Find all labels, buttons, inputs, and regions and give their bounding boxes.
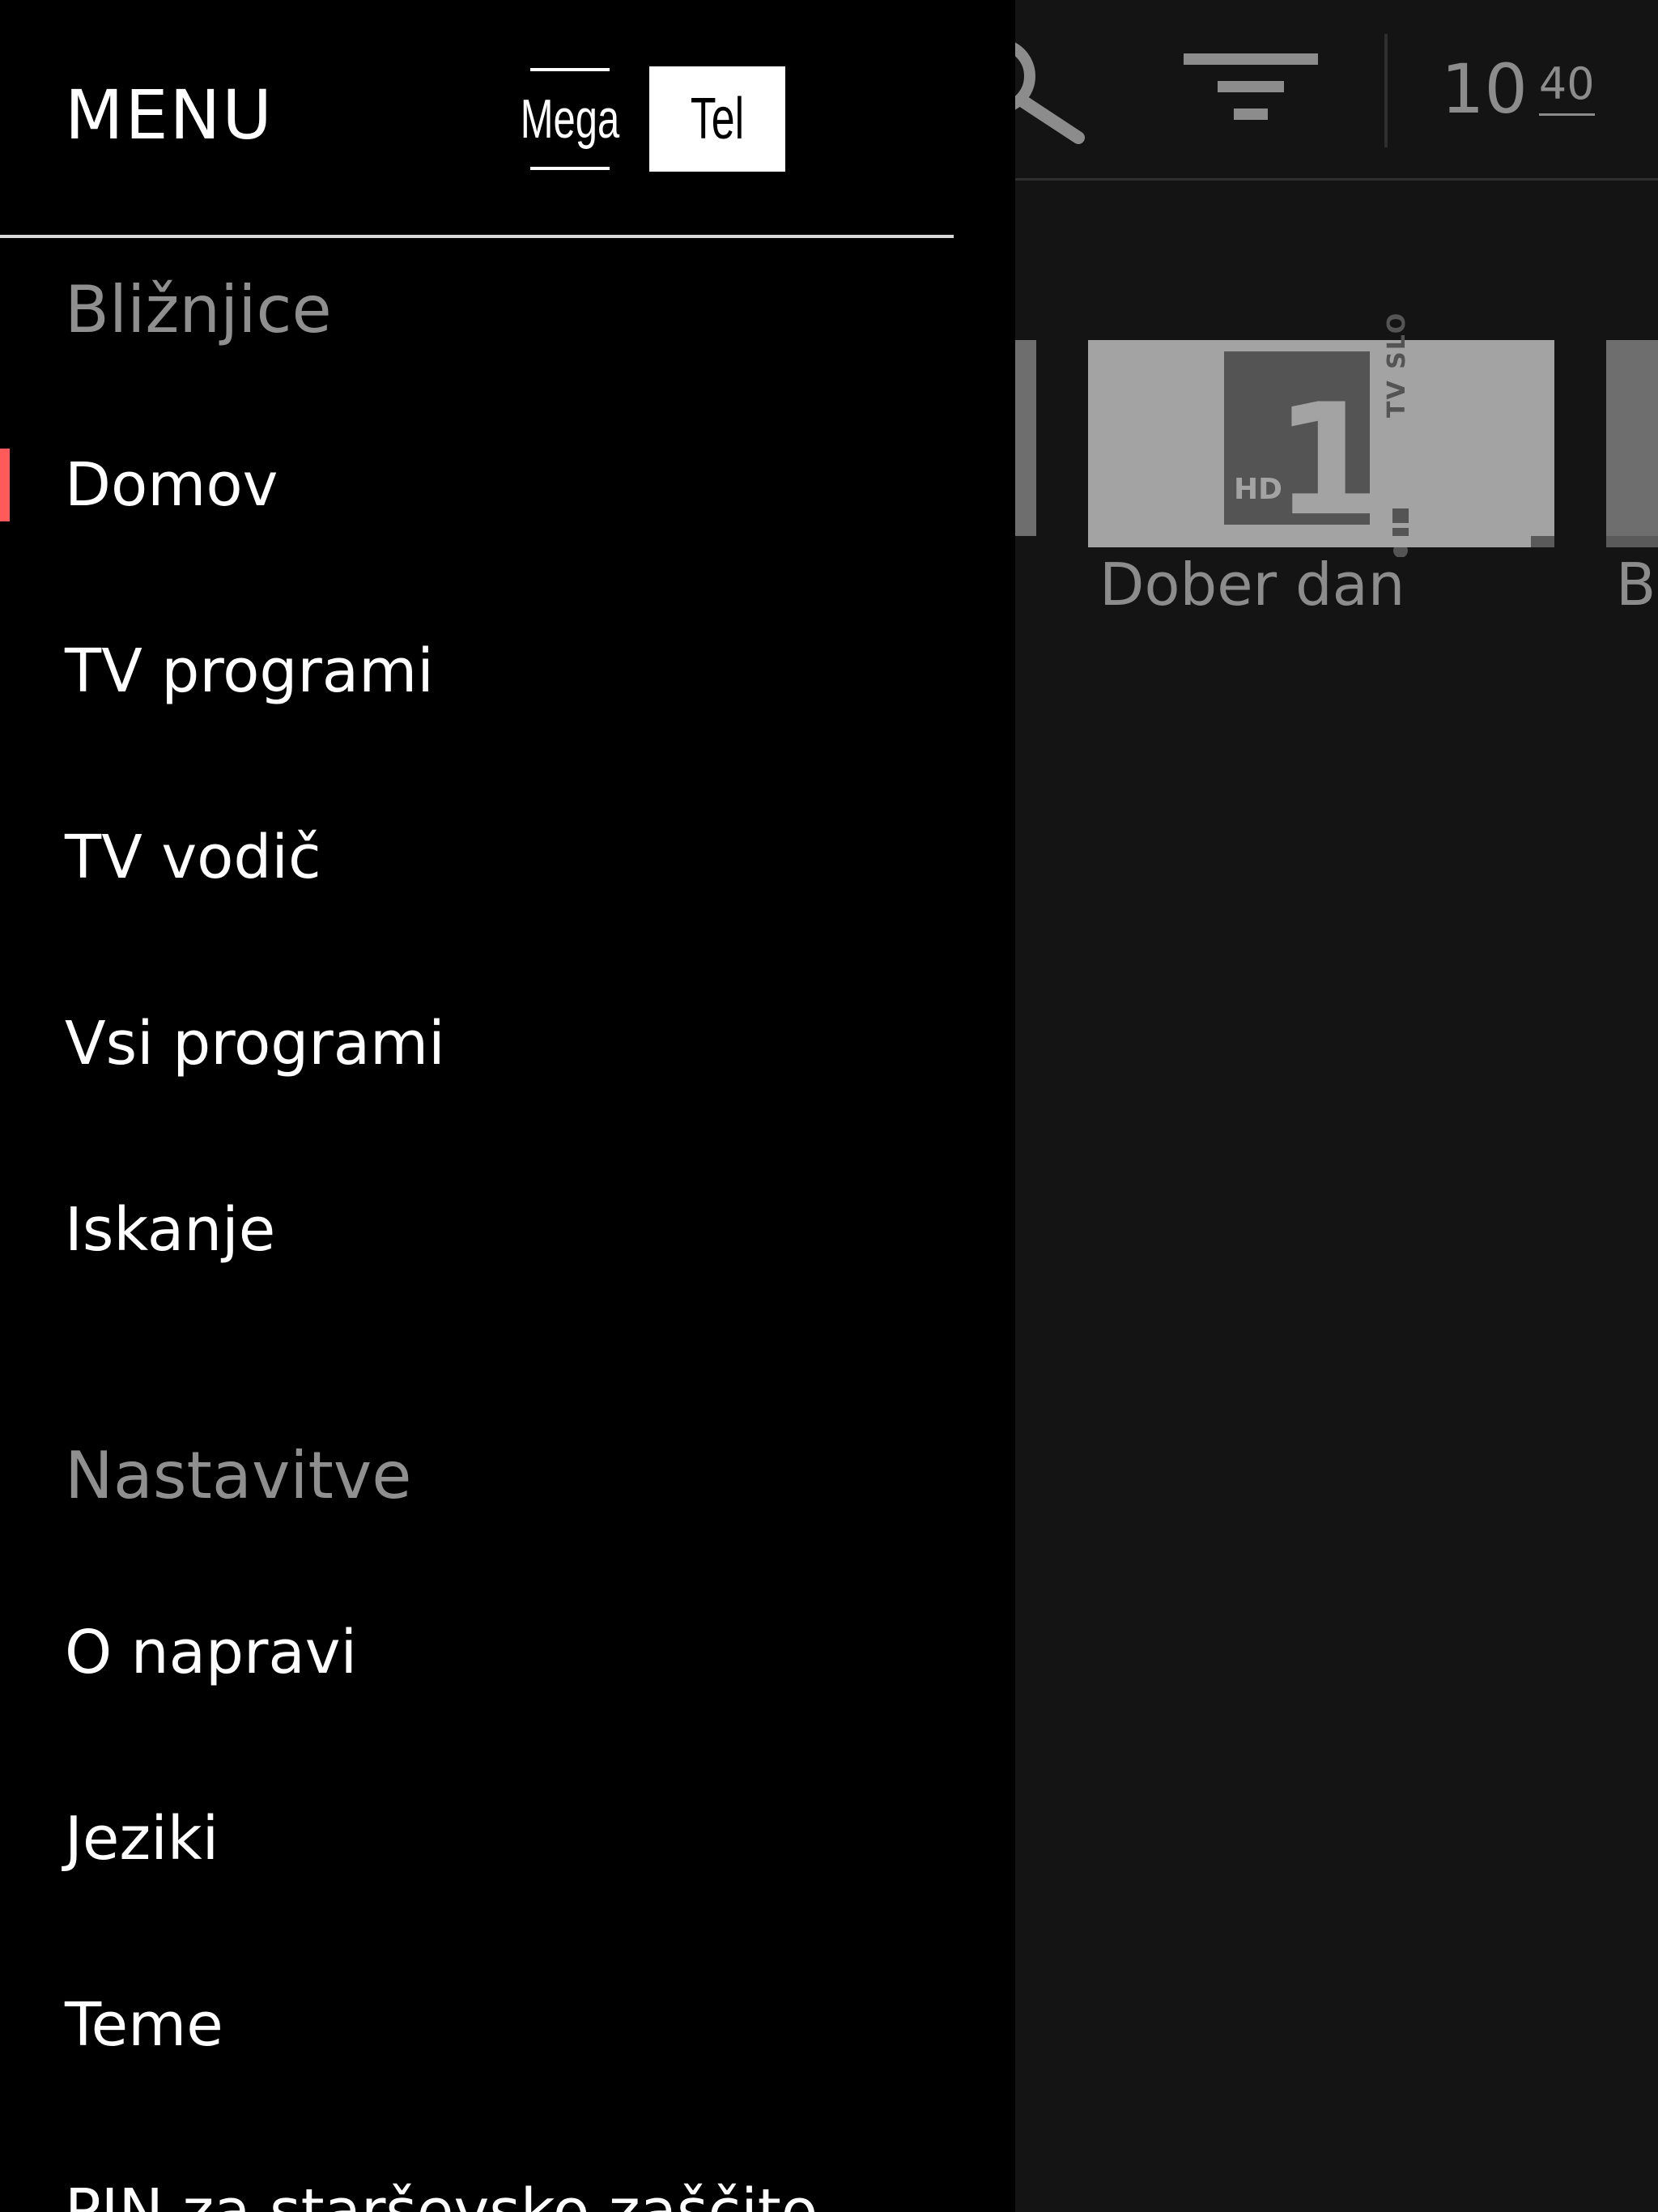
menu-item-label: TV programi: [65, 636, 434, 706]
menu-item-label: Vsi programi: [65, 1009, 445, 1078]
section-label-settings: Nastavitve: [65, 1438, 412, 1513]
header-divider: [1384, 34, 1388, 147]
menu-item-domov[interactable]: Domov: [0, 392, 1015, 578]
filter-icon[interactable]: [1184, 53, 1318, 123]
menu-item-iskanje[interactable]: Iskanje: [0, 1137, 1015, 1323]
menu-item-label: Jeziki: [65, 1804, 219, 1874]
menu-item-label: O napravi: [65, 1618, 358, 1687]
menu-item-pin-starsevska-zascita[interactable]: PIN za starševsko zaščito: [0, 2118, 1015, 2212]
tile-progress-bar: [1088, 536, 1554, 547]
menu-item-vsi-programi[interactable]: Vsi programi: [0, 951, 1015, 1137]
clock-hours: 10: [1441, 49, 1528, 129]
tile-progress-fill: [1088, 536, 1532, 547]
tile-thumbnail: HD 1 TV SLO: [1088, 312, 1554, 558]
menu-item-label: Domov: [65, 450, 278, 520]
menu-item-teme[interactable]: Teme: [0, 1932, 1015, 2118]
menu-item-label: TV vodič: [65, 823, 321, 892]
menu-item-tv-vodic[interactable]: TV vodič: [0, 764, 1015, 951]
logo-tel-box: Tel: [649, 66, 785, 172]
menu-header: MENU Mega Tel: [0, 0, 1015, 238]
menu-item-o-napravi[interactable]: O napravi: [0, 1559, 1015, 1746]
clock: 10 40: [1441, 49, 1595, 130]
menu-title: MENU: [65, 75, 274, 155]
app-screen: 10 40 HD 1 TV SLO Dober dan B MENU Mega …: [0, 0, 1658, 2212]
program-tile[interactable]: HD 1 TV SLO: [1088, 312, 1554, 558]
section-label-shortcuts: Bližnjice: [65, 272, 332, 347]
next-tile[interactable]: [1606, 340, 1658, 536]
next-tile-title: B: [1616, 551, 1656, 619]
logo-mega-text: Mega: [521, 68, 619, 170]
tile-title: Dober dan: [1099, 551, 1405, 619]
menu-item-label: PIN za starševsko zaščito: [65, 2176, 818, 2212]
active-indicator: [0, 449, 10, 521]
menu-item-label: Teme: [65, 1990, 223, 2060]
menu-separator: [0, 235, 954, 238]
next-tile-progress-bar: [1606, 536, 1658, 547]
menu-item-jeziki[interactable]: Jeziki: [0, 1746, 1015, 1932]
clock-minutes: 40: [1538, 60, 1595, 116]
menu-item-label: Iskanje: [65, 1195, 276, 1265]
channel-logo: HD 1: [1224, 351, 1370, 525]
channel-brand: TV SLO: [1383, 311, 1411, 418]
menu-item-tv-programi[interactable]: TV programi: [0, 578, 1015, 764]
megatel-logo: Mega Tel: [515, 66, 785, 172]
channel-brand-mark: [1389, 508, 1412, 558]
channel-number: 1: [1274, 371, 1370, 525]
logo-tel-text: Tel: [690, 87, 745, 151]
side-menu: MENU Mega Tel Bližnjice Domov TV program…: [0, 0, 1015, 2212]
